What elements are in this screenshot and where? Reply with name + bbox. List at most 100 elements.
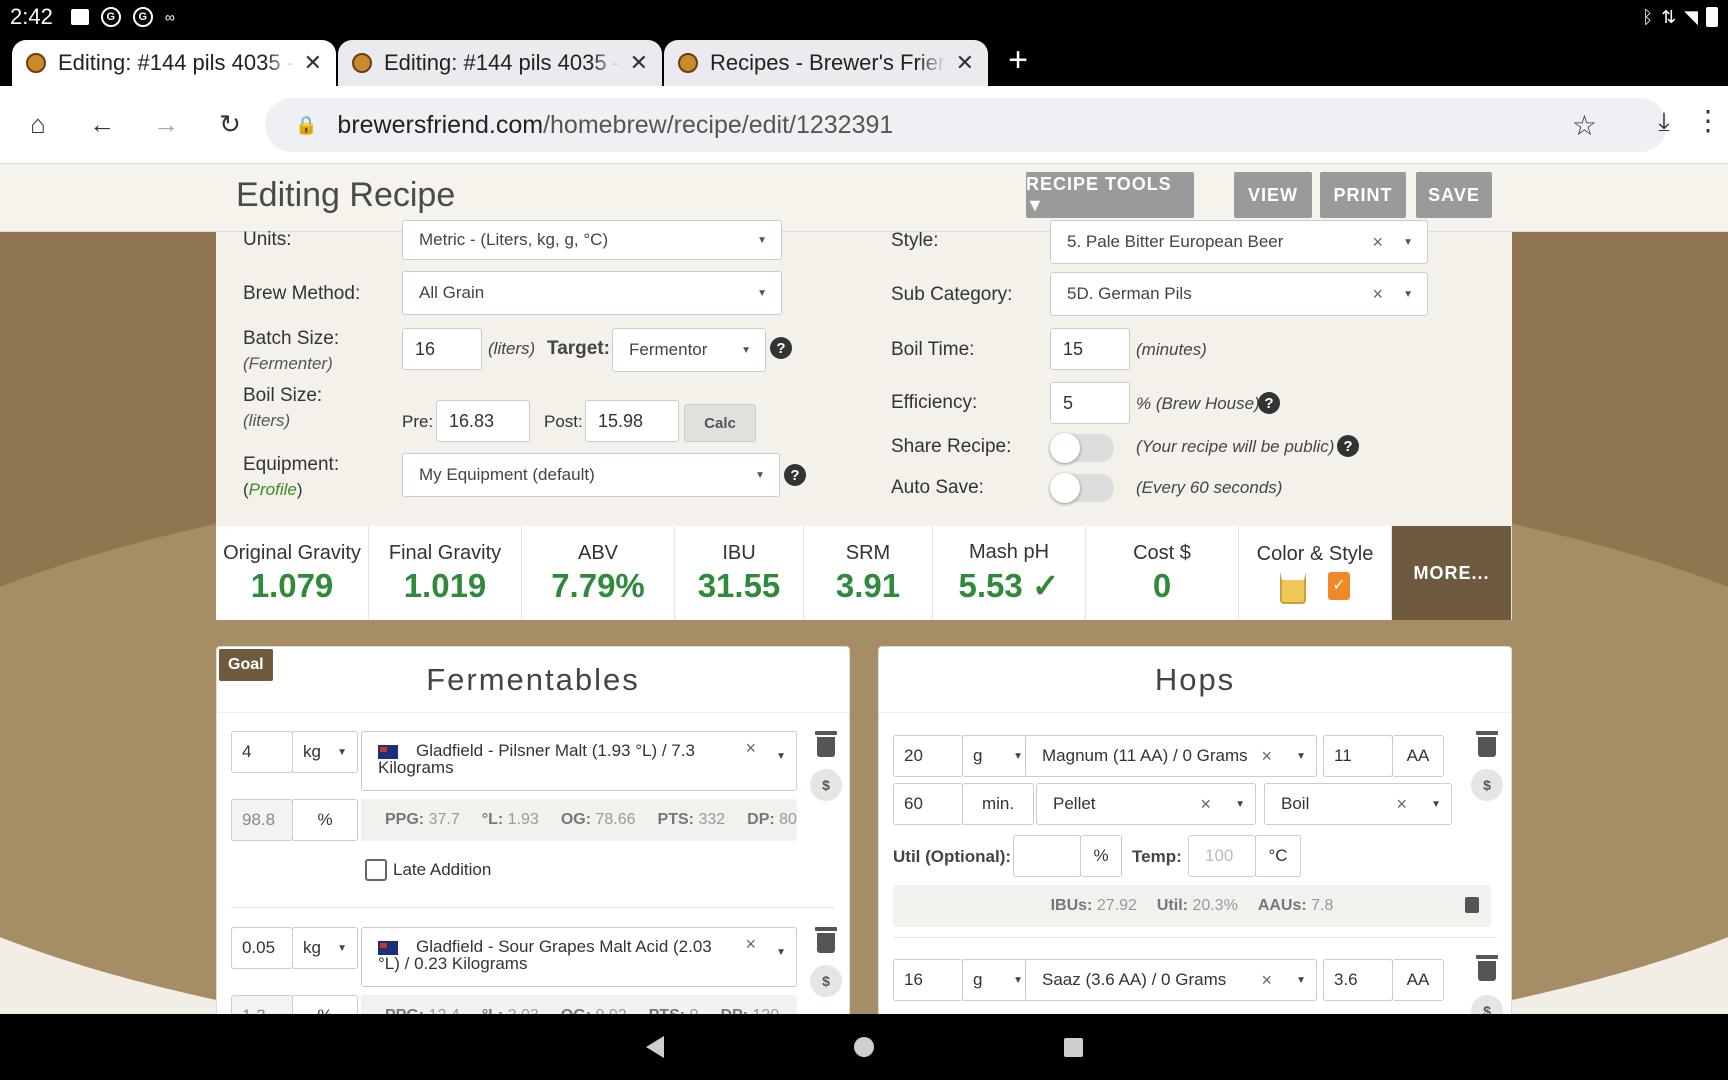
target-select[interactable]: Fermentor ▼ — [612, 328, 766, 372]
efficiency-input[interactable]: 5 — [1050, 382, 1130, 424]
util-input[interactable] — [1013, 835, 1081, 877]
delete-icon[interactable] — [1476, 731, 1498, 757]
stat-label: Mash pH — [968, 541, 1050, 563]
style-select[interactable]: 5. Pale Bitter European Beer × ▼ — [1050, 220, 1428, 264]
browser-tab[interactable]: Editing: #144 pils 4035 - E ✕ — [12, 40, 336, 86]
clear-icon[interactable]: × — [1200, 794, 1211, 815]
cost-button[interactable]: $ — [1471, 769, 1503, 801]
browser-tab[interactable]: Editing: #144 pils 4035 - E ✕ — [338, 40, 662, 86]
recipe-tools-button[interactable]: RECIPE TOOLS ▼ — [1026, 172, 1194, 218]
image-notification-icon — [70, 9, 89, 25]
goal-button[interactable]: Goal — [219, 649, 273, 681]
fermentable-select[interactable]: Gladfield - Sour Grapes Malt Acid (2.03 … — [361, 927, 797, 987]
cost-button[interactable]: $ — [810, 965, 842, 997]
copy-icon[interactable] — [1465, 897, 1479, 913]
hop-aa-input[interactable]: 3.6 — [1323, 959, 1393, 1001]
batch-size-input[interactable]: 16 — [402, 328, 482, 370]
fermentable-select[interactable]: Gladfield - Pilsner Malt (1.93 °L) / 7.3… — [361, 731, 797, 791]
clear-icon[interactable]: × — [1396, 794, 1407, 815]
fermentable-percent-input[interactable]: 98.8 — [231, 799, 293, 841]
beer-mug-icon[interactable] — [1280, 571, 1306, 604]
hop-variety-select[interactable]: Saaz (3.6 AA) / 0 Grams × ▼ — [1025, 959, 1317, 1001]
hop-amount-input[interactable]: 16 — [893, 959, 963, 1001]
clear-icon[interactable]: × — [1372, 284, 1383, 305]
address-bar[interactable]: 🔒 brewersfriend.com/homebrew/recipe/edit… — [265, 98, 1667, 152]
profile-link[interactable]: Profile — [249, 480, 297, 499]
nav-back-icon[interactable] — [645, 1036, 664, 1058]
brew-method-select[interactable]: All Grain ▼ — [402, 271, 782, 315]
nav-home-icon[interactable] — [853, 1037, 874, 1057]
fermentable-amount-input[interactable]: 4 — [231, 731, 293, 773]
calc-button[interactable]: Calc — [684, 404, 756, 442]
share-recipe-label: Share Recipe: — [891, 436, 1012, 457]
auto-save-toggle[interactable] — [1050, 473, 1114, 503]
chevron-down-icon: ▼ — [1296, 750, 1306, 762]
bookmark-star-icon[interactable]: ☆ — [1572, 109, 1597, 142]
info-key: °L: — [481, 811, 504, 828]
delete-icon[interactable] — [1476, 955, 1498, 981]
style-clipboard-icon[interactable]: ✓ — [1328, 571, 1350, 600]
boil-time-label: Boil Time: — [891, 339, 975, 360]
late-addition-checkbox[interactable] — [365, 859, 387, 881]
more-button[interactable]: MORE... — [1392, 526, 1512, 620]
download-icon[interactable]: ⤓ — [1644, 106, 1684, 138]
close-tab-icon[interactable]: ✕ — [304, 50, 322, 76]
stat-label: Original Gravity — [223, 541, 361, 564]
hop-time-input[interactable]: 60 — [893, 783, 963, 825]
forward-icon[interactable]: → — [134, 109, 198, 140]
cost-button[interactable]: $ — [810, 769, 842, 801]
hop-form-select[interactable]: Pellet × ▼ — [1036, 783, 1256, 825]
save-button[interactable]: SAVE — [1416, 172, 1492, 218]
units-select[interactable]: Metric - (Liters, kg, g, °C) ▼ — [402, 220, 782, 260]
reload-icon[interactable]: ↻ — [198, 109, 262, 140]
post-boil-input[interactable]: 15.98 — [585, 400, 679, 442]
help-icon[interactable]: ? — [1337, 435, 1359, 457]
browser-tab[interactable]: Recipes - Brewer's Friend ✕ — [664, 40, 988, 86]
delete-icon[interactable] — [815, 927, 837, 953]
help-icon[interactable]: ? — [784, 464, 806, 486]
hop-amount-input[interactable]: 20 — [893, 735, 963, 777]
nz-flag-icon — [378, 940, 398, 955]
fermentable-unit-select[interactable]: kg ▼ — [292, 731, 358, 773]
stat-srm: SRM 3.91 — [804, 526, 933, 620]
hop-name: Saaz (3.6 AA) / 0 Grams — [1042, 970, 1227, 989]
back-icon[interactable]: ← — [70, 109, 134, 140]
hop-variety-select[interactable]: Magnum (11 AA) / 0 Grams × ▼ — [1025, 735, 1317, 777]
fermentable-unit-select[interactable]: kg ▼ — [292, 927, 358, 969]
new-tab-button[interactable]: + — [990, 41, 1046, 80]
boil-time-input[interactable]: 15 — [1050, 328, 1130, 370]
hop-unit-select[interactable]: g ▼ — [962, 735, 1034, 777]
view-button[interactable]: VIEW — [1234, 172, 1312, 218]
fermentable-amount-input[interactable]: 0.05 — [231, 927, 293, 969]
clear-icon[interactable]: × — [1372, 232, 1383, 253]
delete-icon[interactable] — [815, 731, 837, 757]
clear-icon[interactable]: × — [1261, 746, 1272, 767]
auto-save-note: (Every 60 seconds) — [1136, 478, 1283, 497]
share-recipe-toggle[interactable] — [1050, 433, 1114, 463]
temp-input[interactable]: 100 — [1188, 835, 1256, 877]
hop-aa-input[interactable]: 11 — [1323, 735, 1393, 777]
stat-label: IBU — [722, 541, 756, 564]
sub-category-select[interactable]: 5D. German Pils × ▼ — [1050, 272, 1428, 316]
clear-icon[interactable]: × — [745, 739, 756, 757]
close-tab-icon[interactable]: ✕ — [630, 50, 648, 76]
clear-icon[interactable]: × — [1261, 970, 1272, 991]
browser-tab-strip: Editing: #144 pils 4035 - E ✕ Editing: #… — [0, 34, 1728, 86]
info-value: 1.93 — [507, 811, 539, 828]
help-icon[interactable]: ? — [1258, 392, 1280, 414]
pre-boil-input[interactable]: 16.83 — [436, 400, 530, 442]
hop-unit-select[interactable]: g ▼ — [962, 959, 1034, 1001]
equipment-select[interactable]: My Equipment (default) ▼ — [402, 453, 780, 497]
nav-recents-icon[interactable] — [1063, 1037, 1083, 1057]
chevron-down-icon: ▼ — [337, 942, 347, 954]
chevron-down-icon: ▼ — [1235, 798, 1245, 810]
hop-use-select[interactable]: Boil × ▼ — [1264, 783, 1452, 825]
print-button[interactable]: PRINT — [1320, 172, 1406, 218]
help-icon[interactable]: ? — [770, 337, 792, 359]
home-icon[interactable]: ⌂ — [6, 109, 70, 140]
stat-color-style: Color & Style ✓ — [1239, 526, 1392, 620]
close-tab-icon[interactable]: ✕ — [956, 50, 974, 76]
status-bar: 2:42 G G ∞ ᛒ ⇅ ◥ — [0, 0, 1728, 34]
menu-icon[interactable]: ⋮ — [1688, 104, 1728, 137]
clear-icon[interactable]: × — [745, 935, 756, 953]
